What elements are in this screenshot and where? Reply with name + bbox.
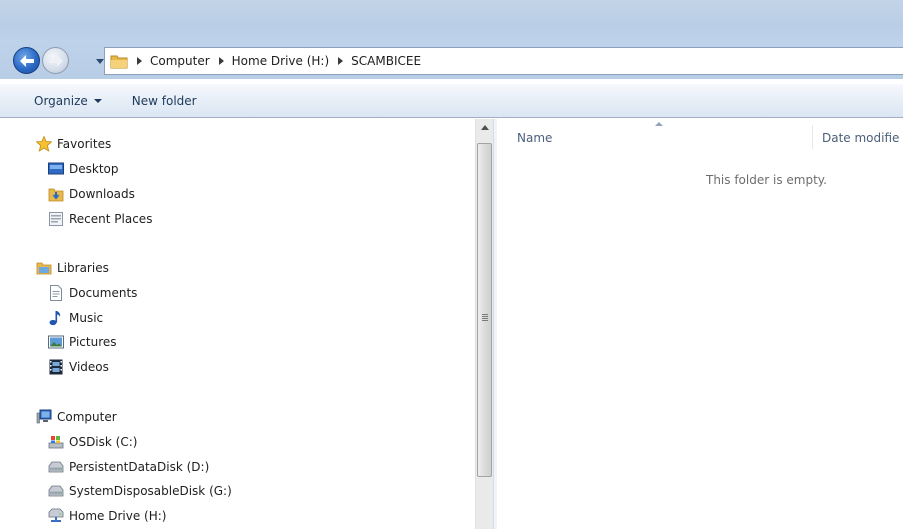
breadcrumb: Computer Home Drive (H:) SCAMBICEE xyxy=(128,48,421,74)
new-folder-button[interactable]: New folder xyxy=(132,94,197,108)
chevron-down-icon xyxy=(93,99,102,103)
chevron-up-icon xyxy=(480,125,489,130)
column-divider[interactable] xyxy=(812,125,813,149)
drive-icon xyxy=(48,459,64,475)
sidebar-item-label: Pictures xyxy=(69,335,117,349)
navigation-bar: Computer Home Drive (H:) SCAMBICEE xyxy=(0,42,903,79)
breadcrumb-chevron-icon[interactable] xyxy=(218,57,224,65)
sidebar-item-label: Downloads xyxy=(69,187,135,201)
sidebar-item-desktop[interactable]: Desktop xyxy=(48,161,119,177)
downloads-icon xyxy=(48,186,64,202)
breadcrumb-computer[interactable]: Computer xyxy=(150,54,210,68)
breadcrumb-home-drive[interactable]: Home Drive (H:) xyxy=(232,54,330,68)
file-list-pane[interactable]: Name Date modifie This folder is empty. xyxy=(497,119,903,529)
folder-icon xyxy=(110,55,128,69)
breadcrumb-chevron-icon[interactable] xyxy=(338,57,344,65)
videos-icon xyxy=(48,359,64,375)
star-icon xyxy=(36,136,52,152)
command-bar: Organize New folder xyxy=(0,84,903,118)
libraries-icon xyxy=(36,260,52,276)
drive-icon xyxy=(48,483,64,499)
breadcrumb-current-folder[interactable]: SCAMBICEE xyxy=(351,54,421,68)
forward-arrow-icon xyxy=(48,54,63,67)
desktop-icon xyxy=(48,161,64,177)
sidebar-group-favorites[interactable]: Favorites xyxy=(36,136,111,152)
sidebar-item-label: Home Drive (H:) xyxy=(69,509,167,523)
network-drive-icon xyxy=(48,508,64,524)
scroll-up-button[interactable] xyxy=(476,119,493,136)
sort-ascending-icon xyxy=(655,122,663,126)
back-button[interactable] xyxy=(13,47,40,74)
sidebar-item-system-disposable-disk[interactable]: SystemDisposableDisk (G:) xyxy=(48,483,232,499)
sidebar-group-libraries[interactable]: Libraries xyxy=(36,260,109,276)
os-disk-icon xyxy=(48,434,64,450)
organize-label: Organize xyxy=(34,94,88,108)
sidebar-item-label: SystemDisposableDisk (G:) xyxy=(69,484,232,498)
navigation-pane: Favorites Desktop Downloads Recent Place… xyxy=(0,119,475,529)
scrollbar-thumb[interactable] xyxy=(477,143,492,477)
forward-button[interactable] xyxy=(42,47,69,74)
sidebar-item-recent-places[interactable]: Recent Places xyxy=(48,211,152,227)
sidebar-item-persistent-data-disk[interactable]: PersistentDataDisk (D:) xyxy=(48,459,209,475)
sidebar-item-label: PersistentDataDisk (D:) xyxy=(69,460,210,474)
sidebar-item-videos[interactable]: Videos xyxy=(48,359,109,375)
breadcrumb-chevron-icon[interactable] xyxy=(137,57,142,65)
sidebar-item-label: OSDisk (C:) xyxy=(69,435,138,449)
address-bar[interactable]: Computer Home Drive (H:) SCAMBICEE xyxy=(104,47,903,75)
sidebar-item-documents[interactable]: Documents xyxy=(48,285,137,301)
sidebar-group-label: Favorites xyxy=(57,137,112,151)
window-title-bar xyxy=(0,0,903,42)
sidebar-item-pictures[interactable]: Pictures xyxy=(48,334,117,350)
column-header-name[interactable]: Name xyxy=(517,131,552,145)
column-header-row: Name Date modifie xyxy=(497,119,903,155)
back-arrow-icon xyxy=(19,54,34,67)
computer-icon xyxy=(36,409,52,425)
column-header-date-modified[interactable]: Date modifie xyxy=(822,131,899,145)
sidebar-item-music[interactable]: Music xyxy=(48,310,103,326)
sidebar-item-osdisk[interactable]: OSDisk (C:) xyxy=(48,434,137,450)
sidebar-group-label: Libraries xyxy=(57,261,109,275)
sidebar-item-label: Music xyxy=(69,311,104,325)
grip-icon xyxy=(482,316,488,317)
sidebar-item-label: Videos xyxy=(69,360,109,374)
documents-icon xyxy=(48,285,64,301)
pictures-icon xyxy=(48,334,64,350)
sidebar-item-home-drive[interactable]: Home Drive (H:) xyxy=(48,508,167,524)
music-icon xyxy=(48,310,64,326)
navigation-pane-scrollbar[interactable] xyxy=(475,119,493,529)
sidebar-item-label: Documents xyxy=(69,286,138,300)
new-folder-label: New folder xyxy=(131,94,197,108)
recent-places-icon xyxy=(48,211,64,227)
sidebar-item-label: Desktop xyxy=(69,162,119,176)
sidebar-group-computer[interactable]: Computer xyxy=(36,409,117,425)
sidebar-group-label: Computer xyxy=(57,410,117,424)
sidebar-item-downloads[interactable]: Downloads xyxy=(48,186,135,202)
organize-button[interactable]: Organize xyxy=(34,94,102,108)
sidebar-item-label: Recent Places xyxy=(69,212,153,226)
empty-folder-message: This folder is empty. xyxy=(706,173,827,187)
